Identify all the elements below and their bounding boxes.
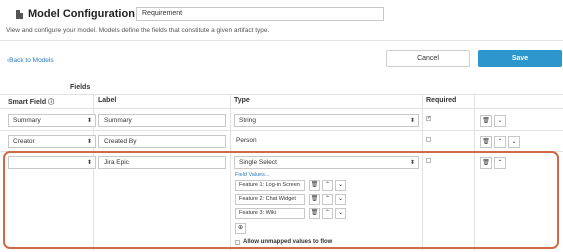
header-divider bbox=[0, 40, 563, 41]
chevron-down-icon[interactable]: ⌄ bbox=[335, 194, 346, 205]
label-input[interactable]: Jira Epic bbox=[98, 156, 226, 169]
field-values-link[interactable]: Field Values... bbox=[235, 172, 269, 178]
cancel-button[interactable]: Cancel bbox=[386, 50, 470, 67]
col-type: Type bbox=[234, 97, 250, 104]
chevron-down-icon[interactable]: ⌄ bbox=[494, 115, 506, 127]
smart-field-select[interactable]: ⬍ bbox=[8, 156, 96, 169]
chevron-up-icon[interactable]: ⌃ bbox=[494, 157, 506, 169]
field-value-input[interactable]: Feature 2: Chat Widget bbox=[235, 194, 305, 205]
chevron-up-icon[interactable]: ⌃ bbox=[322, 208, 333, 219]
save-button[interactable]: Save bbox=[478, 50, 562, 67]
back-to-models-link[interactable]: ‹Back to Models bbox=[7, 57, 54, 64]
row-border bbox=[0, 130, 563, 131]
select-arrow-icon: ⬍ bbox=[86, 139, 92, 145]
trash-icon[interactable]: 🗑 bbox=[480, 115, 492, 127]
chevron-down-icon[interactable]: ⌄ bbox=[335, 208, 346, 219]
select-arrow-icon: ⬍ bbox=[409, 160, 415, 166]
document-icon bbox=[16, 9, 23, 19]
type-static: Person bbox=[236, 137, 257, 144]
page-title: Model Configuration bbox=[16, 8, 135, 20]
info-icon: ⓘ bbox=[48, 100, 55, 106]
smart-field-select[interactable]: Creator ⬍ bbox=[8, 135, 96, 148]
trash-icon[interactable]: 🗑 bbox=[480, 136, 492, 148]
select-arrow-icon: ⬍ bbox=[409, 118, 415, 124]
page-description: View and configure your model. Models de… bbox=[6, 27, 270, 34]
header-row-border bbox=[0, 108, 563, 109]
col-smart-field: Smart Field ⓘ bbox=[8, 99, 55, 106]
table-top-border bbox=[0, 94, 563, 95]
type-select[interactable]: String ⬍ bbox=[234, 114, 419, 127]
fields-section-title: Fields bbox=[70, 84, 91, 91]
field-value-input[interactable]: Feature 1: Log-in Screen bbox=[235, 180, 305, 191]
trash-icon[interactable]: 🗑 bbox=[309, 180, 320, 191]
label-input[interactable]: Created By bbox=[98, 135, 226, 148]
required-checkbox[interactable] bbox=[426, 137, 431, 142]
page-title-text: Model Configuration bbox=[28, 8, 135, 20]
col-label: Label bbox=[98, 97, 117, 104]
field-value-input[interactable]: Feature 3: Wiki bbox=[235, 208, 305, 219]
allow-unmapped-option[interactable]: Allow unmapped values to flow bbox=[235, 239, 332, 245]
chevron-down-icon[interactable]: ⌄ bbox=[508, 136, 520, 148]
allow-unmapped-checkbox[interactable] bbox=[235, 239, 240, 245]
required-checkbox[interactable] bbox=[426, 158, 431, 163]
model-name-input[interactable]: Requirement bbox=[136, 7, 384, 21]
chevron-up-icon[interactable]: ⌃ bbox=[494, 136, 506, 148]
smart-field-select[interactable]: Summary ⬍ bbox=[8, 114, 96, 127]
chevron-down-icon[interactable]: ⌄ bbox=[335, 180, 346, 191]
trash-icon[interactable]: 🗑 bbox=[309, 194, 320, 205]
plus-circle-icon[interactable]: ⊕ bbox=[235, 223, 246, 234]
trash-icon[interactable]: 🗑 bbox=[480, 157, 492, 169]
required-checkbox[interactable] bbox=[426, 115, 431, 121]
type-select[interactable]: Single Select ⬍ bbox=[234, 156, 419, 169]
chevron-up-icon[interactable]: ⌃ bbox=[322, 180, 333, 191]
select-arrow-icon: ⬍ bbox=[86, 160, 92, 166]
chevron-up-icon[interactable]: ⌃ bbox=[322, 194, 333, 205]
col-required: Required bbox=[426, 97, 457, 104]
trash-icon[interactable]: 🗑 bbox=[309, 208, 320, 219]
label-input[interactable]: Summary bbox=[98, 114, 226, 127]
select-arrow-icon: ⬍ bbox=[86, 118, 92, 124]
